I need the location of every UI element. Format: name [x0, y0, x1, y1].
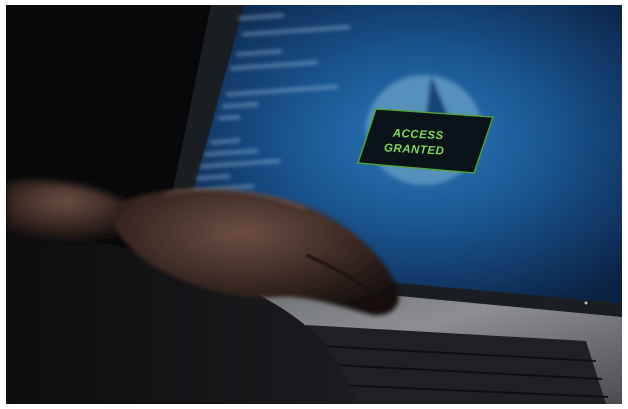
- laptop-photo: ACCESS GRANTED: [6, 5, 622, 404]
- access-granted-badge: ACCESS GRANTED: [357, 108, 494, 174]
- photo-frame: ACCESS GRANTED: [6, 5, 622, 404]
